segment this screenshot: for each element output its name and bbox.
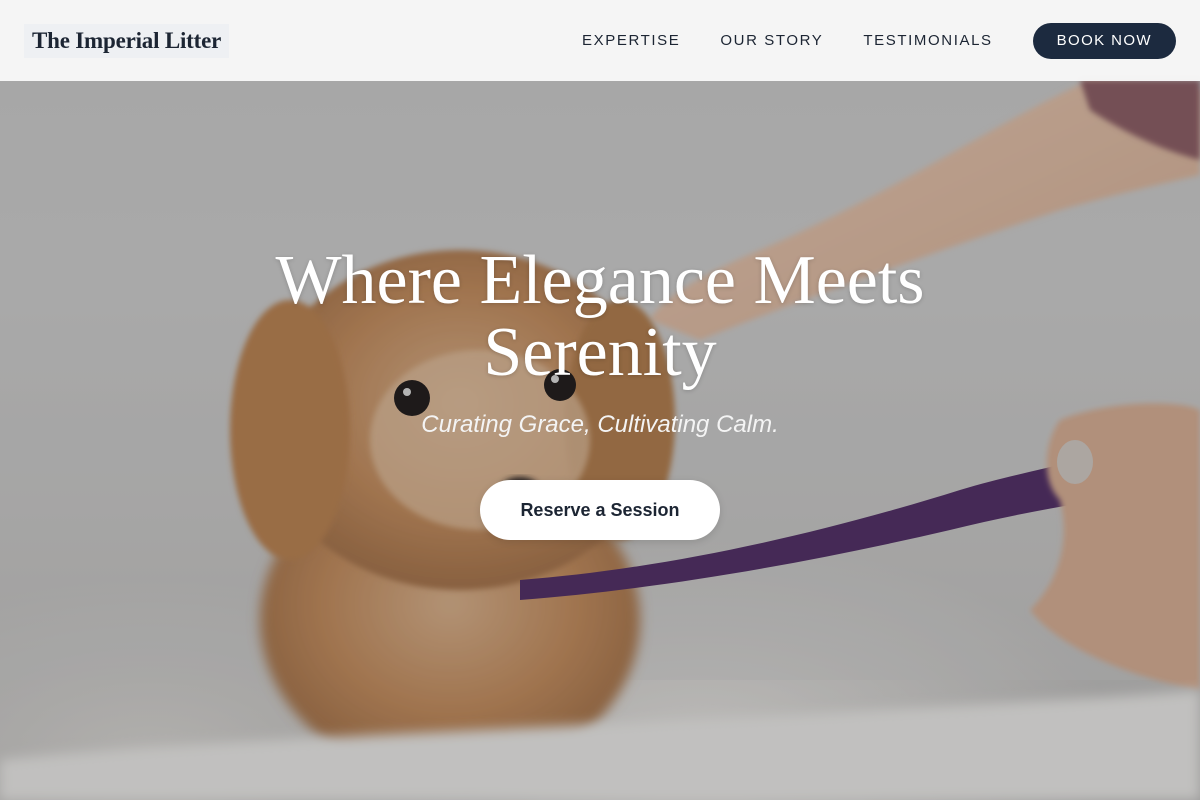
reserve-session-button[interactable]: Reserve a Session xyxy=(480,480,720,540)
main-nav: EXPERTISE OUR STORY TESTIMONIALS BOOK NO… xyxy=(582,22,1176,59)
nav-link-our-story[interactable]: OUR STORY xyxy=(720,32,823,49)
hero-subtitle: Curating Grace, Cultivating Calm. xyxy=(421,411,779,438)
hero-title: Where Elegance Meets Serenity xyxy=(275,242,925,391)
site-logo[interactable]: The Imperial Litter xyxy=(24,23,230,58)
hero-section: Where Elegance Meets Serenity Curating G… xyxy=(0,245,1200,540)
page: The Imperial Litter EXPERTISE OUR STORY … xyxy=(0,0,1200,800)
book-now-button[interactable]: BOOK NOW xyxy=(1032,22,1176,59)
nav-link-expertise[interactable]: EXPERTISE xyxy=(582,32,680,49)
site-header: The Imperial Litter EXPERTISE OUR STORY … xyxy=(0,0,1200,81)
nav-link-testimonials[interactable]: TESTIMONIALS xyxy=(863,32,992,49)
